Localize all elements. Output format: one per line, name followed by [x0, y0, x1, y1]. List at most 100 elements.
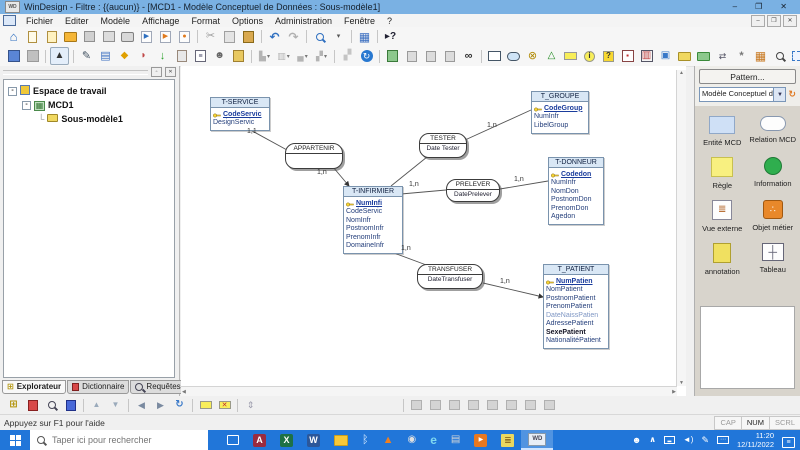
collapse-icon[interactable]: - [22, 101, 31, 110]
refresh-icon[interactable]: ↻ [788, 89, 796, 100]
tray-people-icon[interactable]: ☻ [632, 436, 641, 445]
undo-icon[interactable]: ↶ [266, 29, 283, 45]
menu-administration[interactable]: Administration [269, 16, 338, 26]
navigate-icon[interactable]: ↻ [358, 48, 375, 64]
save-all-icon[interactable] [100, 29, 117, 45]
menu-modle[interactable]: Modèle [95, 16, 137, 26]
paste-icon[interactable] [240, 29, 257, 45]
vertical-scrollbar[interactable]: ▲ ▼ [676, 70, 686, 386]
matrix-icon[interactable]: ▦ [752, 48, 769, 64]
tray-network-icon[interactable]: ▂ [664, 436, 675, 444]
auto-layout-icon[interactable]: ▤ [97, 48, 114, 64]
taskbar-vlc-icon[interactable]: ▲ [376, 430, 401, 450]
scroll-right-icon[interactable]: ▶ [672, 389, 676, 395]
disabled-tool-4-icon[interactable] [465, 397, 482, 413]
chevron-down-icon[interactable]: ▼ [773, 88, 785, 101]
panel-grip[interactable] [3, 70, 148, 75]
shapes-icon[interactable]: ◆ [116, 48, 133, 64]
move-down-icon[interactable]: ▼ [107, 397, 124, 413]
taskbar-bluetooth-icon[interactable]: ᛒ [355, 430, 376, 450]
requests-book-icon[interactable] [62, 397, 79, 413]
copy-reference-icon[interactable]: ⇄ [714, 48, 731, 64]
pattern-type-dropdown[interactable]: Modèle Conceptuel de Dor ▼ [699, 87, 786, 102]
model-explorer-icon[interactable] [5, 48, 22, 64]
align-left-icon[interactable]: ▙▾ [256, 48, 273, 64]
taskbar-search[interactable] [30, 430, 208, 450]
search-input[interactable] [50, 434, 184, 446]
entity-T-INFIRMIER[interactable]: T-INFIRMIERNumInfiCodeServicNomInfrPostn… [343, 186, 403, 254]
entity-T_PATIENT[interactable]: T_PATIENTNumPatienNomPatientPostnomPatie… [543, 264, 609, 349]
start-button[interactable] [0, 430, 30, 450]
taskbar-task-view-icon[interactable] [220, 430, 246, 450]
nav-forward-icon[interactable]: ▶ [152, 397, 169, 413]
disabled-tool-6-icon[interactable] [503, 397, 520, 413]
home-icon[interactable]: ⌂ [5, 29, 22, 45]
refresh-tree-icon[interactable]: ↻ [171, 397, 188, 413]
palette-item-information[interactable]: Information [748, 153, 799, 192]
scroll-down-icon[interactable]: ▼ [679, 380, 684, 386]
disabled-tool-7-icon[interactable] [522, 397, 539, 413]
show-labels-icon[interactable] [197, 397, 214, 413]
cut-icon[interactable]: ✂ [202, 29, 219, 45]
collapse-icon[interactable]: - [8, 87, 17, 96]
relation-TRANSFUSER[interactable]: TRANSFUSERDateTransfuser [417, 264, 483, 289]
folder-green-icon[interactable] [695, 48, 712, 64]
notification-icon[interactable]: ≡ [782, 437, 795, 448]
tree-item-sous-modele1[interactable]: └ Sous-modèle1 [4, 112, 174, 126]
save-icon[interactable] [81, 29, 98, 45]
collapse-all-icon[interactable]: ⇕ [242, 397, 259, 413]
new-association-icon[interactable]: ⊗ [524, 48, 541, 64]
taskbar-clock[interactable]: 11:20 12/11/2022 [737, 431, 774, 449]
taskbar-media-player-icon[interactable]: ▶ [467, 430, 494, 450]
export-model-icon[interactable]: ▶ [157, 29, 174, 45]
select-cursor-icon[interactable]: ▲ [50, 47, 69, 65]
new-document-icon[interactable] [24, 29, 41, 45]
menu-fentre[interactable]: Fenêtre [338, 16, 381, 26]
notebook-icon[interactable] [230, 48, 247, 64]
entity-T_GROUPE[interactable]: T_GROUPECodeGroupNumInfrLibelGroup [531, 91, 589, 134]
nav-back-icon[interactable]: ◀ [133, 397, 150, 413]
taskbar-photos-icon[interactable]: ◉ [401, 430, 424, 450]
disabled-tool-8-icon[interactable] [541, 397, 558, 413]
new-link-icon[interactable]: ▪ [619, 48, 636, 64]
panel-float-button[interactable]: ▫ [151, 67, 162, 77]
search-icon[interactable] [771, 48, 788, 64]
explorer-tree-icon[interactable]: ⊞ [5, 397, 22, 413]
tray-keyboard-icon[interactable]: ⋯ [717, 436, 729, 444]
scroll-up-icon[interactable]: ▲ [679, 70, 684, 76]
tab-explorateur[interactable]: ⊞Explorateur [2, 380, 66, 394]
distribute-icon[interactable]: ▞▾ [313, 48, 330, 64]
open-folder-icon[interactable] [62, 29, 79, 45]
clipboard-small-icon[interactable] [173, 48, 190, 64]
draw-pen-icon[interactable]: ✎ [78, 48, 95, 64]
folder-yellow-icon[interactable] [676, 48, 693, 64]
page-next-icon[interactable] [422, 48, 439, 64]
zoom-icon[interactable] [311, 29, 328, 45]
taskbar-word-icon[interactable]: W [300, 430, 327, 450]
submodel-pages-icon[interactable] [384, 48, 401, 64]
taskbar-edge-icon[interactable]: e [423, 430, 444, 450]
find-binoculars-icon[interactable]: ∞ [460, 48, 477, 64]
horizontal-scrollbar[interactable]: ◀ ▶ [181, 386, 677, 396]
new-inheritance-icon[interactable]: △ [543, 48, 560, 64]
format-painter-icon[interactable]: ◗ [135, 48, 152, 64]
scroll-left-icon[interactable]: ◀ [182, 389, 186, 395]
tray-volume-icon[interactable]: ◄) [683, 436, 694, 444]
taskbar-file-explorer-icon[interactable] [327, 430, 355, 450]
move-up-icon[interactable]: ▲ [88, 397, 105, 413]
tray-expand-icon[interactable]: ∧ [649, 436, 656, 444]
close-button[interactable]: ✕ [780, 0, 787, 14]
mdi-window-icon[interactable] [3, 15, 16, 26]
palette-item-regle[interactable]: Règle [697, 153, 748, 192]
mdi-restore-button[interactable]: ❐ [767, 15, 781, 27]
align-middle-icon[interactable]: ▥▾ [275, 48, 292, 64]
publish-web-icon[interactable]: ● [176, 29, 193, 45]
palette-item-objet-metier[interactable]: ∴Objet métier [748, 196, 799, 235]
new-table-icon[interactable]: ▥ [638, 48, 655, 64]
disabled-tool-3-icon[interactable] [446, 397, 463, 413]
zoom-selection-icon[interactable] [790, 48, 800, 64]
search-panel-icon[interactable] [43, 397, 60, 413]
grid-icon[interactable]: ▦ [356, 29, 373, 45]
menu-fichier[interactable]: Fichier [20, 16, 59, 26]
menu-options[interactable]: Options [226, 16, 269, 26]
